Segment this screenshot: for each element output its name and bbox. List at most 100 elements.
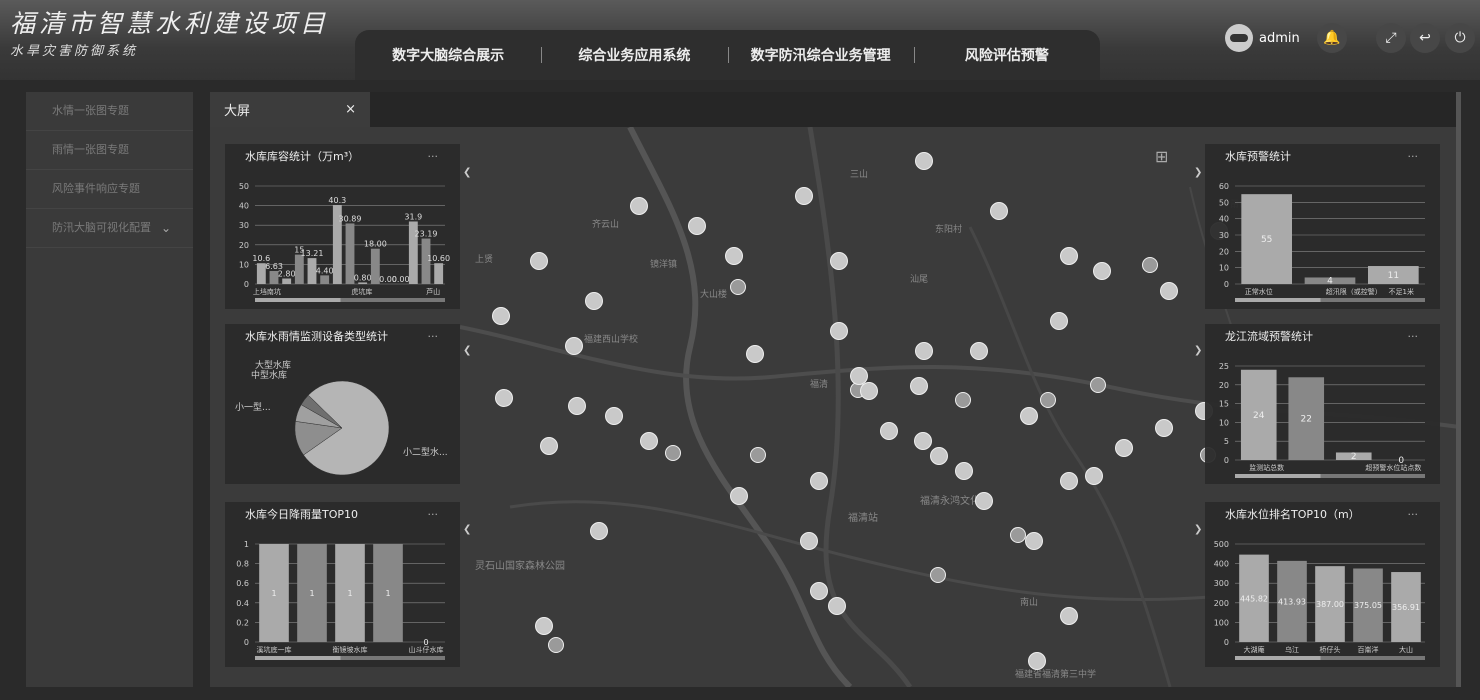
more-icon[interactable]: ··· — [428, 324, 439, 350]
chevron-right-icon[interactable]: ❯ — [1194, 345, 1204, 359]
reservoir-marker-icon[interactable] — [730, 487, 748, 505]
reservoir-marker-icon[interactable] — [1020, 407, 1038, 425]
data-label: 0.80 — [354, 273, 372, 282]
reservoir-marker-icon[interactable] — [1025, 532, 1043, 550]
nav-item-digital-brain[interactable]: 数字大脑综合展示 — [355, 45, 541, 65]
page-scrollbar[interactable] — [1456, 92, 1461, 687]
back-icon[interactable]: ↩ — [1410, 23, 1440, 53]
reservoir-marker-icon[interactable] — [568, 397, 586, 415]
tab-dashboard[interactable]: 大屏 × — [210, 92, 370, 127]
reservoir-marker-icon[interactable] — [1115, 439, 1133, 457]
more-icon[interactable]: ··· — [428, 144, 439, 170]
close-icon[interactable]: × — [345, 102, 356, 117]
more-icon[interactable]: ··· — [1408, 324, 1419, 350]
reservoir-marker-icon[interactable] — [1028, 652, 1046, 670]
reservoir-marker-icon[interactable] — [975, 492, 993, 510]
chart-bar[interactable] — [320, 275, 330, 284]
chart-bar[interactable] — [434, 263, 444, 284]
sidebar-item-rain-map[interactable]: 雨情一张图专题 — [26, 131, 193, 170]
nav-item-flood-control[interactable]: 数字防汛综合业务管理 — [727, 45, 914, 65]
reservoir-marker-icon[interactable] — [1090, 377, 1106, 393]
user-menu[interactable]: admin — [1225, 24, 1300, 52]
reservoir-marker-icon[interactable] — [970, 342, 988, 360]
data-label: 22 — [1301, 415, 1312, 425]
reservoir-marker-icon[interactable] — [830, 322, 848, 340]
fullscreen-icon[interactable]: ⤢ — [1376, 23, 1406, 53]
reservoir-marker-icon[interactable] — [535, 617, 553, 635]
reservoir-marker-icon[interactable] — [810, 582, 828, 600]
chevron-left-icon[interactable]: ❮ — [463, 524, 473, 538]
reservoir-marker-icon[interactable] — [750, 447, 766, 463]
sidebar-item-water-map[interactable]: 水情一张图专题 — [26, 92, 193, 131]
chevron-left-icon[interactable]: ❮ — [463, 345, 473, 359]
power-icon[interactable]: ⏻ — [1445, 23, 1475, 53]
more-icon[interactable]: ··· — [428, 502, 439, 528]
reservoir-marker-icon[interactable] — [990, 202, 1008, 220]
reservoir-marker-icon[interactable] — [795, 187, 813, 205]
reservoir-marker-icon[interactable] — [540, 437, 558, 455]
reservoir-marker-icon[interactable] — [1010, 527, 1026, 543]
reservoir-marker-icon[interactable] — [548, 637, 564, 653]
nav-item-business-apps[interactable]: 综合业务应用系统 — [541, 45, 727, 65]
reservoir-marker-icon[interactable] — [1085, 467, 1103, 485]
data-label: 413.93 — [1278, 597, 1306, 606]
reservoir-marker-icon[interactable] — [605, 407, 623, 425]
reservoir-marker-icon[interactable] — [1050, 312, 1068, 330]
reservoir-marker-icon[interactable] — [915, 152, 933, 170]
reservoir-marker-icon[interactable] — [665, 445, 681, 461]
reservoir-marker-icon[interactable] — [930, 567, 946, 583]
reservoir-marker-icon[interactable] — [590, 522, 608, 540]
chart-scroll-thumb[interactable] — [1235, 298, 1321, 302]
reservoir-marker-icon[interactable] — [880, 422, 898, 440]
pie-label: 大型水库 — [255, 359, 291, 371]
reservoir-marker-icon[interactable] — [585, 292, 603, 310]
reservoir-marker-icon[interactable] — [828, 597, 846, 615]
chart-bar[interactable] — [294, 254, 304, 284]
reservoir-marker-icon[interactable] — [800, 532, 818, 550]
reservoir-marker-icon[interactable] — [860, 382, 878, 400]
bell-icon[interactable]: 🔔 — [1317, 23, 1347, 53]
reservoir-marker-icon[interactable] — [492, 307, 510, 325]
reservoir-marker-icon[interactable] — [530, 252, 548, 270]
sidebar-item-brain-config[interactable]: 防汛大脑可视化配置 ⌄ — [26, 209, 193, 248]
chart-scroll-thumb[interactable] — [255, 298, 341, 302]
reservoir-marker-icon[interactable] — [1060, 247, 1078, 265]
reservoir-marker-icon[interactable] — [565, 337, 583, 355]
reservoir-marker-icon[interactable] — [1155, 419, 1173, 437]
reservoir-marker-icon[interactable] — [640, 432, 658, 450]
reservoir-marker-icon[interactable] — [955, 392, 971, 408]
map-collapse-icon[interactable]: ⊞ — [1155, 147, 1168, 166]
reservoir-marker-icon[interactable] — [730, 279, 746, 295]
more-icon[interactable]: ··· — [1408, 502, 1419, 528]
reservoir-marker-icon[interactable] — [495, 389, 513, 407]
chart-scroll-thumb[interactable] — [1235, 656, 1321, 660]
reservoir-marker-icon[interactable] — [830, 252, 848, 270]
reservoir-marker-icon[interactable] — [930, 447, 948, 465]
reservoir-marker-icon[interactable] — [915, 342, 933, 360]
sidebar-item-risk-response[interactable]: 风险事件响应专题 — [26, 170, 193, 209]
nav-item-risk-warning[interactable]: 风险评估预警 — [913, 45, 1100, 65]
reservoir-marker-icon[interactable] — [1060, 607, 1078, 625]
reservoir-marker-icon[interactable] — [725, 247, 743, 265]
chart-bar[interactable] — [358, 282, 368, 284]
reservoir-marker-icon[interactable] — [746, 345, 764, 363]
reservoir-marker-icon[interactable] — [630, 197, 648, 215]
chart-scroll-thumb[interactable] — [1235, 474, 1321, 478]
reservoir-marker-icon[interactable] — [1060, 472, 1078, 490]
reservoir-marker-icon[interactable] — [1160, 282, 1178, 300]
reservoir-marker-icon[interactable] — [688, 217, 706, 235]
reservoir-marker-icon[interactable] — [955, 462, 973, 480]
chart-scroll-thumb[interactable] — [255, 656, 341, 660]
more-icon[interactable]: ··· — [1408, 144, 1419, 170]
chevron-left-icon[interactable]: ❮ — [463, 167, 473, 181]
reservoir-marker-icon[interactable] — [910, 377, 928, 395]
avatar[interactable] — [1225, 24, 1253, 52]
reservoir-marker-icon[interactable] — [914, 432, 932, 450]
chevron-right-icon[interactable]: ❯ — [1194, 167, 1204, 181]
reservoir-marker-icon[interactable] — [1040, 392, 1056, 408]
chart-bar[interactable] — [282, 278, 292, 284]
reservoir-marker-icon[interactable] — [1142, 257, 1158, 273]
chevron-right-icon[interactable]: ❯ — [1194, 524, 1204, 538]
reservoir-marker-icon[interactable] — [1093, 262, 1111, 280]
reservoir-marker-icon[interactable] — [810, 472, 828, 490]
